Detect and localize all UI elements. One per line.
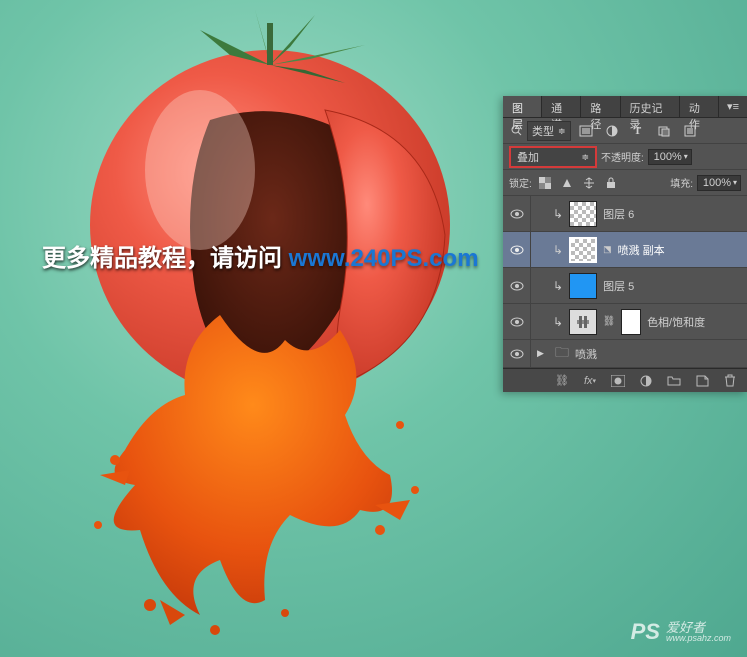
promo-prefix: 更多精品教程，请访问	[42, 245, 289, 272]
eye-icon	[510, 281, 524, 291]
filter-adjustment-icon[interactable]	[601, 122, 623, 140]
eye-icon	[510, 209, 524, 219]
layer-row[interactable]: ↳ 图层 6	[503, 196, 747, 232]
chevron-down-icon: ▾	[684, 152, 688, 161]
tab-layers[interactable]: 图层	[503, 96, 542, 117]
layer-row[interactable]: ↳ 图层 5	[503, 268, 747, 304]
filter-smart-icon[interactable]	[679, 122, 701, 140]
promo-text: 更多精品教程，请访问 www.240PS.com	[42, 238, 479, 273]
chevron-down-icon: ▾	[733, 178, 737, 187]
tab-actions[interactable]: 动作	[680, 96, 719, 117]
eye-icon	[510, 245, 524, 255]
visibility-toggle[interactable]	[503, 340, 531, 367]
link-layers-icon[interactable]: ⛓	[553, 373, 571, 389]
tab-paths[interactable]: 路径	[581, 96, 620, 117]
lock-transparent-icon[interactable]	[536, 175, 554, 191]
filter-search-icon[interactable]	[509, 124, 523, 138]
clip-arrow-icon: ↳	[553, 207, 563, 221]
adjustment-thumbnail[interactable]	[569, 309, 597, 335]
clip-arrow-icon: ↳	[553, 243, 563, 257]
layer-group-row[interactable]: ▶ 🗀 喷溅	[503, 340, 747, 368]
visibility-toggle[interactable]	[503, 196, 531, 231]
layer-name[interactable]: 喷溅	[575, 346, 597, 362]
visibility-toggle[interactable]	[503, 304, 531, 339]
panel-tabs: 图层 通道 路径 历史记录 动作 ▾≡	[503, 96, 747, 118]
layer-thumbnail[interactable]	[569, 273, 597, 299]
promo-url: www.240PS.com	[289, 245, 479, 272]
lock-label: 锁定:	[509, 175, 532, 190]
group-toggle-icon[interactable]: ▶	[537, 348, 549, 359]
filter-row: 类型 ≑ T	[503, 118, 747, 144]
filter-type-icon[interactable]: T	[627, 122, 649, 140]
new-group-icon[interactable]	[665, 373, 683, 389]
delete-layer-icon[interactable]	[721, 373, 739, 389]
layer-thumbnail[interactable]	[569, 237, 597, 263]
fill-value: 100%	[703, 177, 731, 189]
dropdown-arrows-icon: ≑	[558, 128, 566, 134]
eye-icon	[510, 317, 524, 327]
lock-row: 锁定: 填充: 100% ▾	[503, 170, 747, 196]
filter-kind-dropdown[interactable]: 类型 ≑	[527, 121, 571, 141]
opacity-value: 100%	[654, 151, 682, 163]
clip-arrow-icon: ↳	[553, 279, 563, 293]
mask-thumbnail[interactable]	[621, 309, 641, 335]
dropdown-arrows-icon: ≑	[581, 154, 589, 160]
opacity-label: 不透明度:	[601, 149, 644, 164]
layer-thumbnail[interactable]	[569, 201, 597, 227]
tab-history[interactable]: 历史记录	[621, 96, 680, 117]
folder-icon: 🗀	[555, 342, 569, 366]
layer-name[interactable]: 色相/饱和度	[647, 314, 705, 330]
link-icon[interactable]: ⛓	[603, 316, 615, 327]
layer-name[interactable]: 图层 6	[603, 206, 634, 222]
layers-panel: 图层 通道 路径 历史记录 动作 ▾≡ 类型 ≑ T 叠	[503, 96, 747, 392]
panel-menu-icon[interactable]: ▾≡	[719, 96, 747, 117]
watermark: PS 爱好者 www.psahz.com	[631, 619, 731, 645]
watermark-prefix: PS	[631, 619, 660, 645]
layer-row[interactable]: ↳ ⛓ 色相/饱和度	[503, 304, 747, 340]
layer-row[interactable]: ↳ ⬔ 喷溅 副本	[503, 232, 747, 268]
panel-footer: ⛓ fx▾	[503, 368, 747, 392]
new-layer-icon[interactable]	[693, 373, 711, 389]
fill-input[interactable]: 100% ▾	[697, 175, 741, 191]
blend-mode-dropdown[interactable]: 叠加 ≑	[509, 146, 597, 168]
splash-artwork	[90, 305, 470, 645]
visibility-toggle[interactable]	[503, 268, 531, 303]
fill-label: 填充:	[670, 175, 693, 190]
lock-position-icon[interactable]	[580, 175, 598, 191]
lock-pixels-icon[interactable]	[558, 175, 576, 191]
eye-icon	[510, 349, 524, 359]
blend-row: 叠加 ≑ 不透明度: 100% ▾	[503, 144, 747, 170]
watermark-site: www.psahz.com	[666, 634, 731, 643]
layer-name[interactable]: 喷溅 副本	[618, 242, 665, 258]
layer-fx-icon[interactable]: fx▾	[581, 373, 599, 389]
layer-name[interactable]: 图层 5	[603, 278, 634, 294]
add-mask-icon[interactable]	[609, 373, 627, 389]
visibility-toggle[interactable]	[503, 232, 531, 267]
new-adjustment-icon[interactable]	[637, 373, 655, 389]
clip-arrow-icon: ↳	[553, 315, 563, 329]
filter-shape-icon[interactable]	[653, 122, 675, 140]
filter-kind-label: 类型	[532, 123, 554, 139]
layers-list: ↳ 图层 6 ↳ ⬔ 喷溅 副本 ↳	[503, 196, 747, 368]
smart-object-icon: ⬔	[603, 244, 612, 255]
tab-channels[interactable]: 通道	[542, 96, 581, 117]
lock-all-icon[interactable]	[602, 175, 620, 191]
blend-mode-value: 叠加	[517, 149, 539, 165]
filter-pixel-icon[interactable]	[575, 122, 597, 140]
opacity-input[interactable]: 100% ▾	[648, 149, 692, 165]
